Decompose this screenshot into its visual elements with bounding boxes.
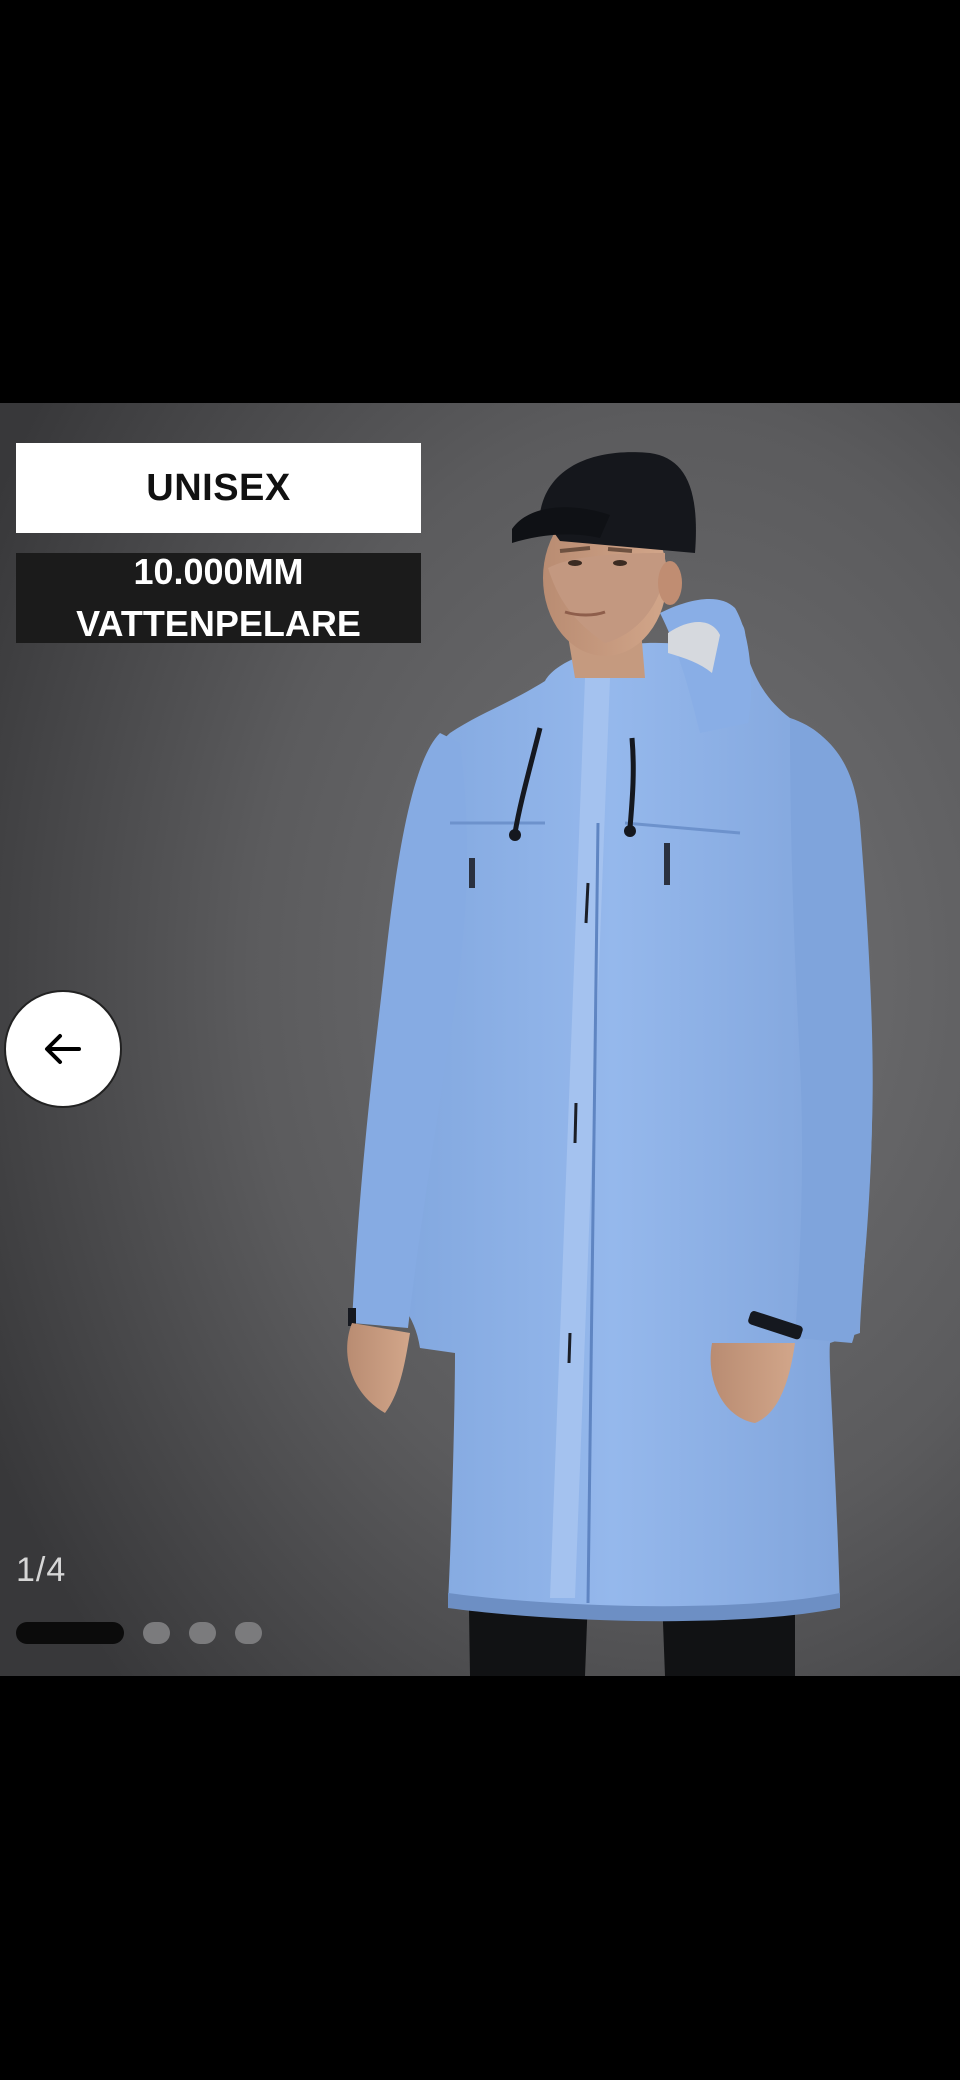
water-column-label: VATTENPELARE xyxy=(76,603,361,644)
app-screen: UNISEX 10.000MM VATTENPELARE 1/4 xyxy=(0,0,960,2080)
pagination-dot-2[interactable] xyxy=(143,1622,170,1644)
water-column-value: 10.000MM xyxy=(133,551,304,592)
previous-image-button[interactable] xyxy=(4,990,122,1108)
water-column-badge: 10.000MM VATTENPELARE xyxy=(16,551,421,644)
pagination-dot-3[interactable] xyxy=(189,1622,216,1644)
image-counter: 1/4 xyxy=(16,1551,67,1589)
product-image-gallery[interactable]: UNISEX 10.000MM VATTENPELARE 1/4 xyxy=(0,403,960,1676)
pagination-dots xyxy=(16,1622,262,1644)
arrow-left-icon xyxy=(45,1034,81,1064)
unisex-badge: UNISEX xyxy=(16,443,421,533)
pagination-dot-4[interactable] xyxy=(235,1622,262,1644)
pagination-dot-1[interactable] xyxy=(16,1622,124,1644)
